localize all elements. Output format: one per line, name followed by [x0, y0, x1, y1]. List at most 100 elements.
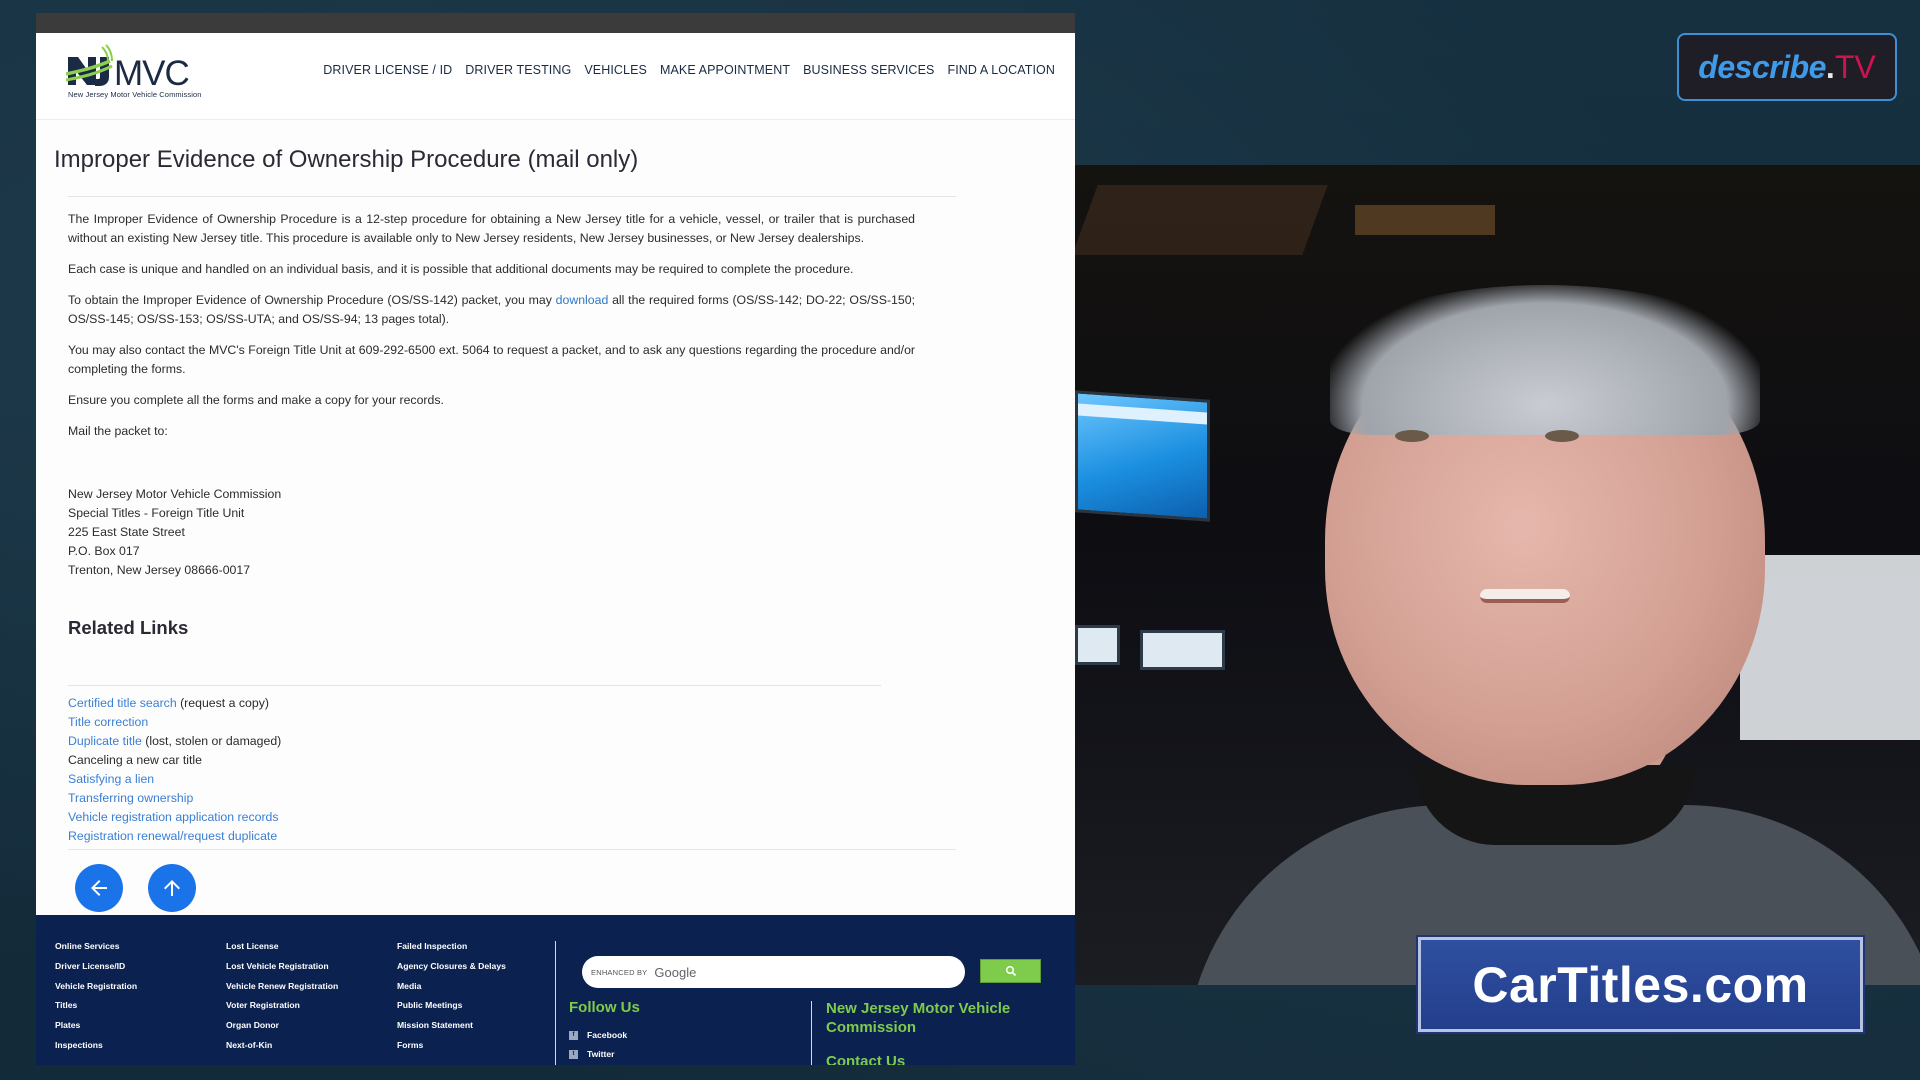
social-link-twitter[interactable]: t Twitter	[569, 1045, 627, 1064]
social-label: Twitter	[587, 1049, 615, 1059]
browser-window: MVC New Jersey Motor Vehicle Commission …	[36, 13, 1075, 1065]
paragraph-download: To obtain the Improper Evidence of Owner…	[68, 291, 915, 329]
twitter-icon: t	[569, 1050, 578, 1059]
related-link-item: Certified title search (request a copy)	[68, 694, 281, 713]
footer-link[interactable]: Mission Statement	[397, 1016, 506, 1036]
site-footer: Online Services Driver License/ID Vehicl…	[36, 915, 1075, 1065]
nav-driver-testing[interactable]: DRIVER TESTING	[465, 63, 571, 77]
paragraph-copy: Ensure you complete all the forms and ma…	[68, 393, 444, 407]
describe-tv-logo: describe. TV	[1677, 33, 1897, 101]
search-brand: Google	[654, 964, 697, 980]
nav-driver-license[interactable]: DRIVER LICENSE / ID	[323, 63, 452, 77]
related-link[interactable]: Title correction	[68, 715, 148, 729]
footer-link[interactable]: Failed Inspection	[397, 937, 506, 957]
related-link-note: (lost, stolen or damaged)	[141, 734, 282, 748]
footer-link[interactable]: Titles	[55, 996, 137, 1016]
download-link[interactable]: download	[556, 293, 609, 307]
address-line: 225 East State Street	[68, 525, 185, 539]
presenter-eye	[1395, 430, 1429, 442]
njmvc-logo-mark-icon: MVC	[66, 44, 190, 91]
presenter-mouth	[1480, 589, 1570, 603]
footer-org-title: New Jersey Motor Vehicle Commission	[826, 1000, 1011, 1036]
background-screen	[1075, 625, 1120, 665]
footer-link[interactable]: Forms	[397, 1036, 506, 1056]
footer-link[interactable]: Plates	[55, 1016, 137, 1036]
social-links: f Facebook t Twitter	[569, 1026, 627, 1064]
related-link-item: Duplicate title (lost, stolen or damaged…	[68, 732, 281, 751]
footer-link[interactable]: Vehicle Registration	[55, 977, 137, 997]
related-link-item: Satisfying a lien	[68, 770, 281, 789]
background-screen-right	[1740, 555, 1920, 740]
back-button[interactable]	[75, 864, 123, 912]
site-header: MVC New Jersey Motor Vehicle Commission …	[36, 33, 1075, 120]
related-link[interactable]: Duplicate title	[68, 734, 142, 748]
back-to-top-button[interactable]	[148, 864, 196, 912]
search-icon	[1005, 966, 1016, 977]
related-links-list: Certified title search (request a copy) …	[68, 694, 281, 846]
nav-make-appointment[interactable]: MAKE APPOINTMENT	[660, 63, 790, 77]
footer-link[interactable]: Lost Vehicle Registration	[226, 957, 338, 977]
related-link-plain: Canceling a new car title	[68, 753, 202, 767]
footer-link[interactable]: Public Meetings	[397, 996, 506, 1016]
cartitles-text: CarTitles.com	[1472, 956, 1809, 1013]
address-line: New Jersey Motor Vehicle Commission	[68, 487, 282, 501]
describe-tv-suffix: TV	[1834, 48, 1876, 85]
related-link-note: (request a copy)	[176, 696, 269, 710]
background-monitor	[1075, 390, 1210, 522]
title-divider	[68, 196, 956, 197]
related-links-title: Related Links	[68, 617, 189, 638]
ceiling-light	[1355, 205, 1495, 235]
article-body: The Improper Evidence of Ownership Proce…	[68, 210, 915, 580]
nav-business-services[interactable]: BUSINESS SERVICES	[803, 63, 934, 77]
footer-link[interactable]: Lost License	[226, 937, 338, 957]
facebook-icon: f	[569, 1031, 578, 1040]
social-link-facebook[interactable]: f Facebook	[569, 1026, 627, 1045]
related-link-item: Registration renewal/request duplicate	[68, 827, 281, 846]
background-screen	[1140, 630, 1225, 670]
main-nav: DRIVER LICENSE / ID DRIVER TESTING VEHIC…	[323, 63, 1055, 77]
ceiling-beam	[1075, 185, 1328, 255]
related-link-item: Transferring ownership	[68, 789, 281, 808]
site-search-input[interactable]: ENHANCED BY Google	[582, 956, 965, 988]
nav-vehicles[interactable]: VEHICLES	[584, 63, 647, 77]
logo-wordmark: MVC	[114, 54, 189, 91]
related-link[interactable]: Satisfying a lien	[68, 772, 154, 786]
related-link-item: Vehicle registration application records	[68, 808, 281, 827]
footer-link[interactable]: Inspections	[55, 1036, 137, 1056]
footer-column-1: Online Services Driver License/ID Vehicl…	[55, 937, 137, 1056]
address-line: Trenton, New Jersey 08666-0017	[68, 563, 251, 577]
njmvc-logo[interactable]: MVC New Jersey Motor Vehicle Commission	[66, 43, 206, 105]
nav-find-location[interactable]: FIND A LOCATION	[947, 63, 1055, 77]
paragraph-mail: Mail the packet to:	[68, 424, 168, 438]
paragraph-contact: You may also contact the MVC's Foreign T…	[68, 343, 915, 376]
related-link[interactable]: Registration renewal/request duplicate	[68, 829, 277, 843]
footer-link[interactable]: Voter Registration	[226, 996, 338, 1016]
footer-column-3: Failed Inspection Agency Closures & Dela…	[397, 937, 506, 1056]
address-line: P.O. Box 017	[68, 544, 140, 558]
footer-link[interactable]: Media	[397, 977, 506, 997]
presenter-eye	[1545, 430, 1579, 442]
footer-link[interactable]: Organ Donor	[226, 1016, 338, 1036]
logo-tagline: New Jersey Motor Vehicle Commission	[68, 90, 202, 99]
search-enhanced-label: ENHANCED BY	[591, 967, 648, 977]
arrow-up-icon	[164, 880, 180, 896]
content-divider	[68, 849, 956, 850]
related-link[interactable]: Certified title search	[68, 696, 177, 710]
paragraph-case: Each case is unique and handled on an in…	[68, 262, 854, 276]
footer-link[interactable]: Agency Closures & Delays	[397, 957, 506, 977]
mailing-address: New Jersey Motor Vehicle Commission Spec…	[68, 485, 915, 580]
related-link[interactable]: Transferring ownership	[68, 791, 193, 805]
related-divider	[68, 685, 881, 686]
search-button[interactable]	[980, 959, 1041, 983]
browser-top-bar	[36, 13, 1075, 33]
arrow-left-icon	[91, 880, 107, 896]
footer-link[interactable]: Vehicle Renew Registration	[226, 977, 338, 997]
describe-tv-word: describe	[1698, 48, 1826, 85]
cartitles-banner: CarTitles.com	[1418, 937, 1863, 1032]
footer-divider	[555, 941, 556, 1065]
footer-link[interactable]: Driver License/ID	[55, 957, 137, 977]
related-link-item: Title correction	[68, 713, 281, 732]
related-link[interactable]: Vehicle registration application records	[68, 810, 279, 824]
footer-link[interactable]: Next-of-Kin	[226, 1036, 338, 1056]
footer-link[interactable]: Online Services	[55, 937, 137, 957]
